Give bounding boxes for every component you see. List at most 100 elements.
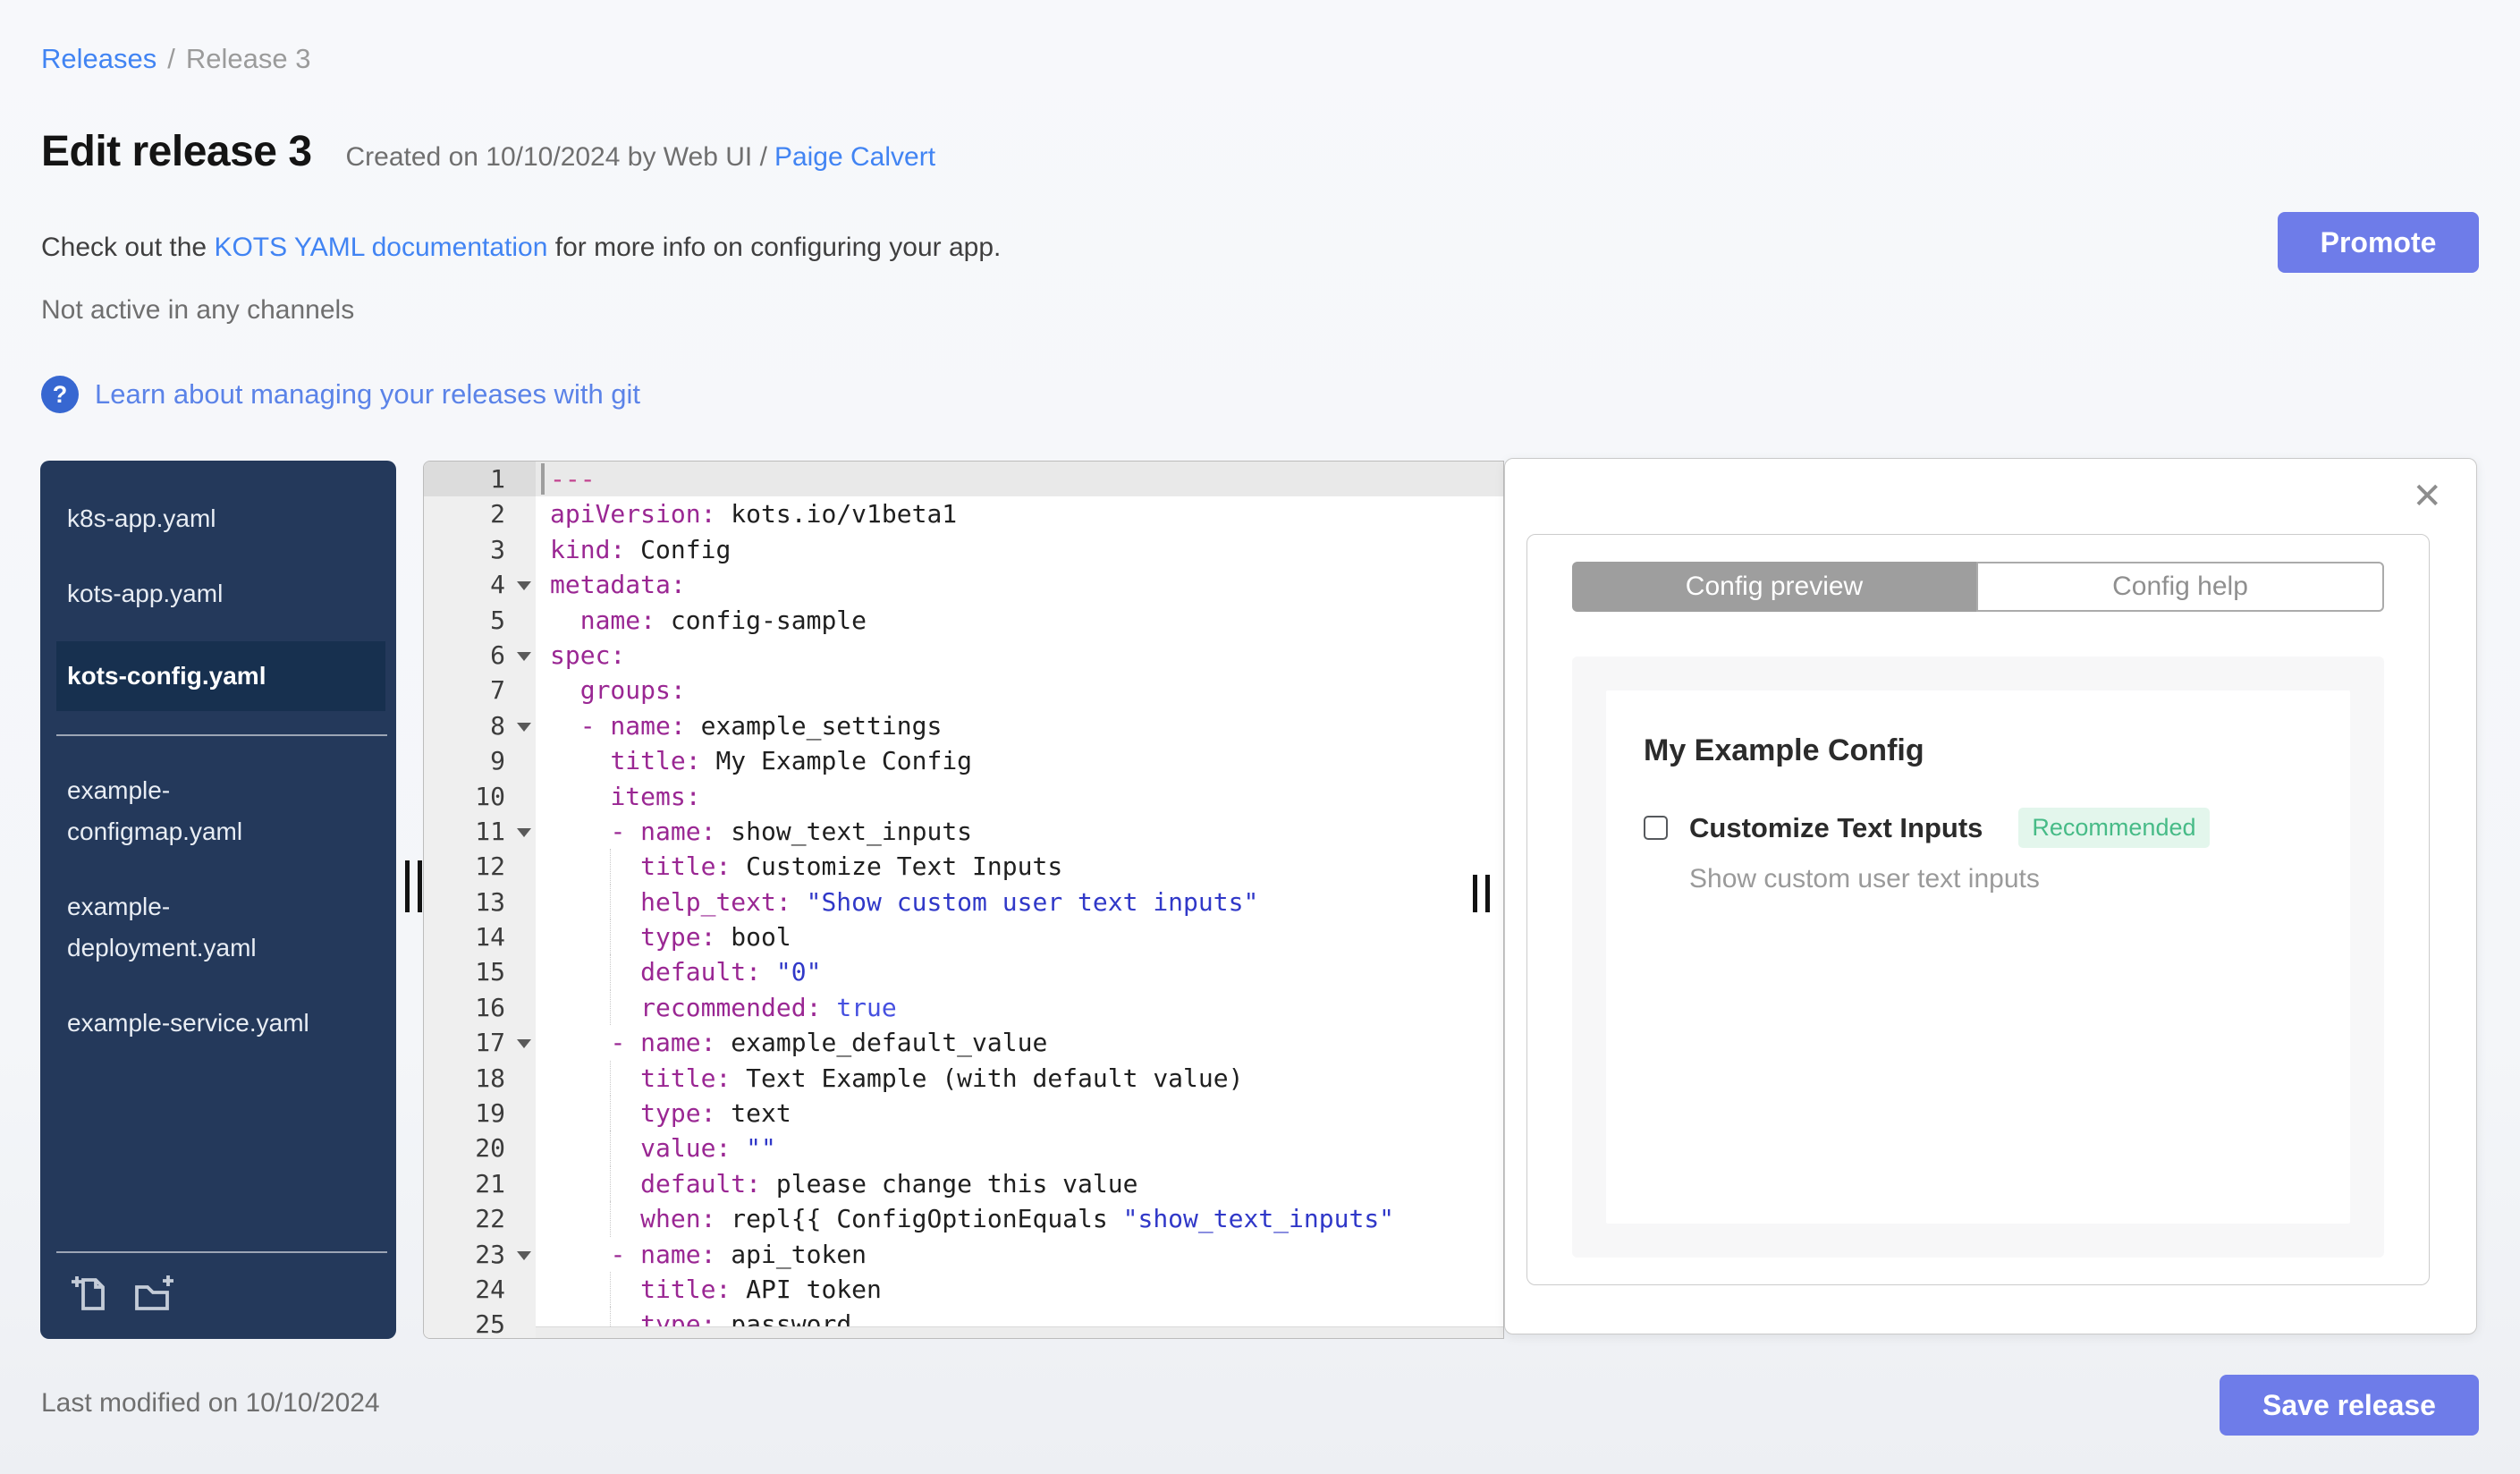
line-number: 15: [424, 954, 536, 990]
editor-line-13[interactable]: 13 help_text: "Show custom user text inp…: [424, 884, 1503, 920]
customize-text-inputs-checkbox[interactable]: [1644, 816, 1668, 840]
code-text[interactable]: kind: Config: [536, 532, 1503, 567]
add-file-icon[interactable]: [69, 1273, 112, 1316]
code-text[interactable]: when: repl{{ ConfigOptionEquals "show_te…: [536, 1201, 1503, 1237]
fold-arrow-icon[interactable]: [517, 722, 531, 732]
code-text[interactable]: default: please change this value: [536, 1165, 1503, 1202]
code-text[interactable]: title: API token: [536, 1271, 1503, 1308]
code-text[interactable]: name: config-sample: [536, 603, 1503, 638]
title-row: Edit release 3 Created on 10/10/2024 by …: [41, 127, 935, 176]
sidebar-item-example-configmap.yaml[interactable]: example-configmap.yaml: [56, 763, 325, 860]
code-text[interactable]: title: Customize Text Inputs: [536, 849, 1503, 885]
code-text[interactable]: items:: [536, 779, 1503, 814]
editor-line-18[interactable]: 18 title: Text Example (with default val…: [424, 1060, 1503, 1097]
editor-line-22[interactable]: 22 when: repl{{ ConfigOptionEquals "show…: [424, 1201, 1503, 1237]
editor-line-7[interactable]: 7 groups:: [424, 673, 1503, 708]
breadcrumb-releases-link[interactable]: Releases: [41, 43, 156, 74]
sidebar-item-example-service.yaml[interactable]: example-service.yaml: [56, 995, 325, 1051]
line-number: 10: [424, 778, 536, 814]
code-text[interactable]: - name: example_settings: [536, 708, 1503, 743]
panel-resize-handle[interactable]: [1473, 875, 1490, 912]
config-preview-box: My Example Config Customize Text Inputs …: [1572, 657, 2384, 1258]
indent-guide: [610, 884, 612, 920]
kots-yaml-docs-link[interactable]: KOTS YAML documentation: [214, 233, 547, 262]
indent-guide: [610, 954, 612, 990]
sidebar-divider: [56, 734, 387, 736]
editor-line-16[interactable]: 16 recommended: true: [424, 989, 1503, 1026]
editor-line-1[interactable]: 1 ---: [424, 462, 1503, 497]
fold-arrow-icon[interactable]: [517, 827, 531, 837]
editor-line-14[interactable]: 14 type: bool: [424, 919, 1503, 955]
fold-arrow-icon[interactable]: [517, 651, 531, 661]
add-folder-icon[interactable]: [133, 1273, 176, 1316]
code-text[interactable]: value: "": [536, 1131, 1503, 1166]
editor-line-20[interactable]: 20 value: "": [424, 1131, 1503, 1166]
tab-config-help[interactable]: Config help: [1976, 562, 2384, 612]
edit-release-page: Releases / Release 3 Edit release 3 Create…: [0, 0, 2520, 1474]
horizontal-scrollbar[interactable]: [536, 1326, 1503, 1338]
line-number: 12: [424, 849, 536, 885]
code-text[interactable]: - name: api_token: [536, 1237, 1503, 1272]
editor-line-5[interactable]: 5 name: config-sample: [424, 602, 1503, 638]
editor-line-2[interactable]: 2 apiVersion: kots.io/v1beta1: [424, 496, 1503, 532]
yaml-editor[interactable]: 1 --- 2 apiVersion: kots.io/v1beta1 3 kind: C…: [423, 461, 1504, 1339]
sidebar-item-kots-app.yaml[interactable]: kots-app.yaml: [56, 566, 325, 622]
code-text[interactable]: title: Text Example (with default value): [536, 1060, 1503, 1097]
config-item-row: Customize Text Inputs Recommended: [1644, 808, 2313, 848]
promote-button[interactable]: Promote: [2278, 212, 2479, 273]
code-text[interactable]: apiVersion: kots.io/v1beta1: [536, 496, 1503, 531]
editor-line-12[interactable]: 12 title: Customize Text Inputs: [424, 849, 1503, 885]
recommended-badge: Recommended: [2018, 808, 2210, 848]
editor-line-4[interactable]: 4 metadata:: [424, 567, 1503, 603]
editor-line-9[interactable]: 9 title: My Example Config: [424, 743, 1503, 779]
code-text[interactable]: recommended: true: [536, 989, 1503, 1026]
config-item-label: Customize Text Inputs: [1689, 811, 1983, 843]
editor-line-8[interactable]: 8 - name: example_settings: [424, 707, 1503, 744]
editor-line-6[interactable]: 6 spec:: [424, 637, 1503, 673]
indent-guide: [610, 1201, 612, 1237]
author-link[interactable]: Paige Calvert: [774, 142, 935, 172]
tab-config-preview[interactable]: Config preview: [1572, 562, 1976, 612]
editor-line-17[interactable]: 17 - name: example_default_value: [424, 1025, 1503, 1061]
code-text[interactable]: type: bool: [536, 919, 1503, 955]
sidebar-item-example-deployment.yaml[interactable]: example-deployment.yaml: [56, 879, 325, 976]
git-help-link[interactable]: ? Learn about managing your releases wit…: [41, 376, 640, 413]
editor-line-24[interactable]: 24 title: API token: [424, 1271, 1503, 1308]
editor-line-3[interactable]: 3 kind: Config: [424, 531, 1503, 568]
indent-guide: [610, 1060, 612, 1097]
close-icon[interactable]: ✕: [2412, 479, 2442, 514]
code-text[interactable]: default: "0": [536, 954, 1503, 990]
code-text[interactable]: - name: example_default_value: [536, 1025, 1503, 1060]
sidebar-item-kots-config.yaml[interactable]: kots-config.yaml: [56, 641, 385, 711]
sidebar-item-k8s-app.yaml[interactable]: k8s-app.yaml: [56, 491, 325, 546]
line-number: 5: [424, 602, 536, 638]
code-text[interactable]: type: text: [536, 1096, 1503, 1131]
editor-line-19[interactable]: 19 type: text: [424, 1096, 1503, 1131]
editor-line-23[interactable]: 23 - name: api_token: [424, 1236, 1503, 1272]
line-number: 6: [424, 637, 536, 673]
file-sidebar: k8s-app.yaml kots-app.yaml kots-config.yam…: [40, 461, 396, 1339]
code-text[interactable]: title: My Example Config: [536, 743, 1503, 778]
save-release-button[interactable]: Save release: [2220, 1375, 2479, 1436]
code-text[interactable]: - name: show_text_inputs: [536, 814, 1503, 849]
config-preview-card: My Example Config Customize Text Inputs …: [1606, 690, 2350, 1224]
line-number: 18: [424, 1060, 536, 1097]
fold-arrow-icon[interactable]: [517, 1039, 531, 1049]
indent-guide: [610, 1131, 612, 1166]
code-text[interactable]: metadata:: [536, 567, 1503, 602]
editor-line-11[interactable]: 11 - name: show_text_inputs: [424, 813, 1503, 850]
code-text[interactable]: groups:: [536, 673, 1503, 707]
code-text[interactable]: ---: [536, 462, 1503, 497]
fold-arrow-icon[interactable]: [517, 1250, 531, 1260]
editor-line-21[interactable]: 21 default: please change this value: [424, 1165, 1503, 1202]
editor-line-10[interactable]: 10 items:: [424, 778, 1503, 814]
fold-arrow-icon[interactable]: [517, 581, 531, 591]
line-number: 24: [424, 1271, 536, 1308]
editor-line-15[interactable]: 15 default: "0": [424, 954, 1503, 990]
line-number: 19: [424, 1096, 536, 1131]
created-meta: Created on 10/10/2024 by Web UI / Paige C…: [346, 142, 936, 173]
code-text[interactable]: help_text: "Show custom user text inputs…: [536, 884, 1503, 920]
sidebar-resize-handle[interactable]: [405, 860, 422, 912]
code-text[interactable]: spec:: [536, 638, 1503, 673]
last-modified-text: Last modified on 10/10/2024: [41, 1388, 380, 1418]
